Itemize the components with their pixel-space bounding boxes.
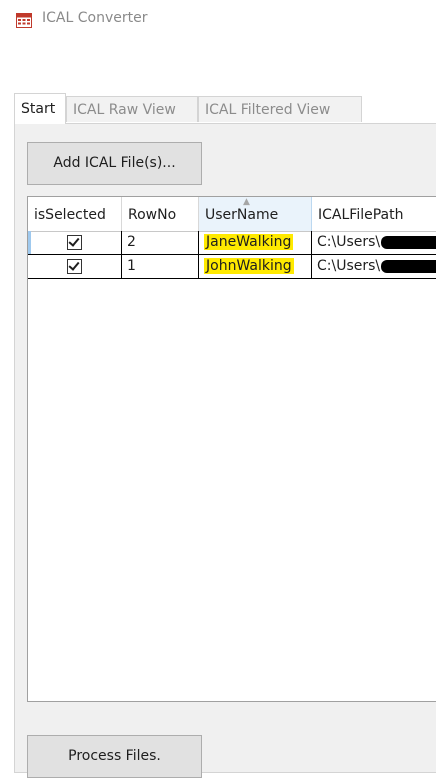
username-cell[interactable]: JaneWalking [199, 231, 312, 254]
tab-ical-filtered-view[interactable]: ICAL Filtered View [198, 96, 362, 122]
tab-strip: Start ICAL Raw View ICAL Filtered View [0, 93, 436, 124]
ical-files-grid[interactable]: isSelected RowNo ▲ UserName ICALFilePath… [27, 196, 436, 702]
window-title: ICAL Converter [42, 10, 148, 26]
username-cell[interactable]: JohnWalking [199, 255, 312, 278]
icalfilepath-cell[interactable]: C:\Users\ [312, 255, 436, 278]
isselected-checkbox[interactable] [67, 235, 82, 250]
process-files-button[interactable]: Process Files. [27, 735, 202, 778]
column-header-username-label: UserName [205, 207, 279, 223]
isselected-checkbox[interactable] [67, 259, 82, 274]
column-header-icalfilepath[interactable]: ICALFilePath [312, 197, 436, 231]
tab-start[interactable]: Start [14, 93, 66, 124]
icalfilepath-text: C:\Users\ [317, 234, 381, 250]
rowno-cell[interactable]: 1 [122, 255, 199, 278]
calendar-icon [16, 13, 32, 28]
column-header-rowno[interactable]: RowNo [122, 197, 199, 231]
title-bar: ICAL Converter [0, 0, 436, 40]
start-tab-panel: Add ICAL File(s)... isSelected RowNo ▲ U… [14, 123, 436, 778]
sort-ascending-icon: ▲ [243, 197, 250, 207]
table-row[interactable]: 1 JohnWalking C:\Users\ [28, 255, 436, 279]
column-header-username[interactable]: ▲ UserName [199, 197, 312, 231]
tab-ical-raw-view[interactable]: ICAL Raw View [66, 96, 198, 122]
redaction-mark [381, 236, 436, 249]
username-highlight: JohnWalking [204, 258, 294, 274]
isselected-cell[interactable] [28, 255, 122, 278]
grid-header: isSelected RowNo ▲ UserName ICALFilePath [28, 197, 436, 232]
username-highlight: JaneWalking [204, 234, 294, 250]
add-ical-files-button[interactable]: Add ICAL File(s)... [27, 142, 202, 185]
redaction-mark [381, 260, 436, 273]
column-header-isselected[interactable]: isSelected [28, 197, 122, 231]
isselected-cell[interactable] [28, 231, 122, 254]
icalfilepath-cell[interactable]: C:\Users\ [312, 231, 436, 254]
icalfilepath-text: C:\Users\ [317, 258, 381, 274]
table-row[interactable]: 2 JaneWalking C:\Users\ [28, 231, 436, 255]
rowno-cell[interactable]: 2 [122, 231, 199, 254]
